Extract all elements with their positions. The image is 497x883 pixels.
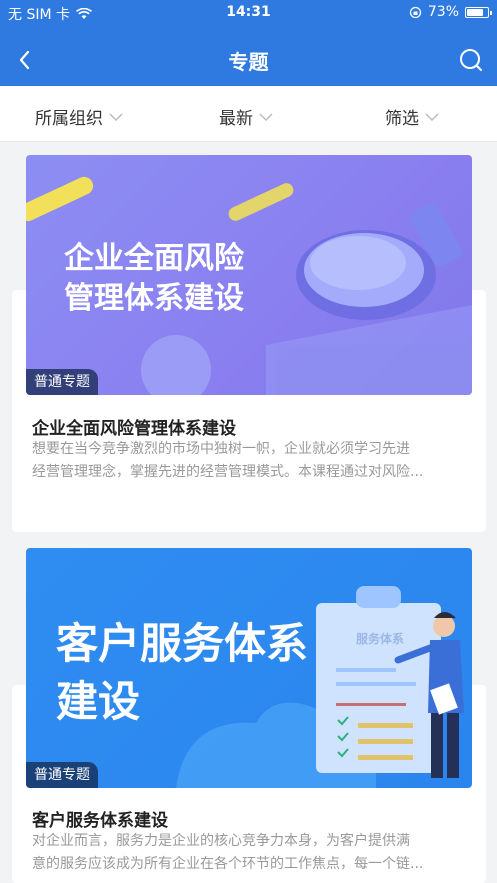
- chevron-down-icon: [259, 113, 273, 121]
- chevron-down-icon: [109, 113, 123, 121]
- topic-description: 对企业而言，服务力是企业的核心竞争力本身，为客户提供满 意的服务应该成为所有企业…: [32, 830, 472, 876]
- description-line: 对企业而言，服务力是企业的核心竞争力本身，为客户提供满: [32, 833, 410, 849]
- topic-description: 想要在当今竞争激烈的市场中独树一帜，企业就必须学习先进 经营管理理念，掌握先进的…: [32, 438, 472, 484]
- orientation-lock-icon: [409, 6, 422, 18]
- search-icon[interactable]: [457, 46, 485, 74]
- topic-type-badge: 普通专题: [26, 762, 98, 788]
- topic-title[interactable]: 企业全面风险管理体系建设: [32, 414, 236, 439]
- filter-organization-label: 所属组织: [35, 109, 103, 129]
- description-line: 意的服务应该成为所有企业在各个环节的工作焦点，每一个链...: [32, 856, 424, 872]
- filter-latest[interactable]: 最新: [219, 104, 273, 129]
- chevron-down-icon: [425, 113, 439, 121]
- navigation-bar: 专题: [0, 40, 497, 80]
- description-line: 经营管理理念，掌握先进的经营管理模式。本课程通过对风险...: [32, 464, 424, 480]
- banner-title-line2: 管理体系建设: [64, 281, 244, 316]
- filter-screen-label: 筛选: [385, 109, 419, 129]
- battery-icon: [465, 6, 492, 18]
- topic-type-badge: 普通专题: [26, 369, 98, 395]
- banner-title-line1: 客户服务体系: [56, 619, 309, 668]
- description-line: 想要在当今竞争激烈的市场中独树一帜，企业就必须学习先进: [32, 441, 410, 457]
- topic-card-banner[interactable]: 企业全面风险 管理体系建设 普通专题: [26, 155, 472, 395]
- filter-bar: 所属组织 最新 筛选: [0, 86, 497, 142]
- battery-percent: 73%: [427, 4, 459, 20]
- banner-title-line2: 建设: [56, 677, 141, 726]
- filter-screen[interactable]: 筛选: [385, 104, 439, 129]
- filter-latest-label: 最新: [219, 109, 253, 129]
- status-bar: 无 SIM 卡 14:31 73%: [0, 0, 497, 26]
- topic-title[interactable]: 客户服务体系建设: [32, 806, 168, 831]
- page-title: 专题: [228, 50, 269, 74]
- banner-title-line1: 企业全面风险: [64, 241, 244, 276]
- header-bar: 无 SIM 卡 14:31 73% 专题: [0, 0, 497, 86]
- filter-organization[interactable]: 所属组织: [35, 104, 123, 129]
- topic-card-banner[interactable]: 客户服务体系 建设 服务体系 普通专题: [26, 548, 472, 788]
- banner-board-text: 服务体系: [356, 632, 405, 646]
